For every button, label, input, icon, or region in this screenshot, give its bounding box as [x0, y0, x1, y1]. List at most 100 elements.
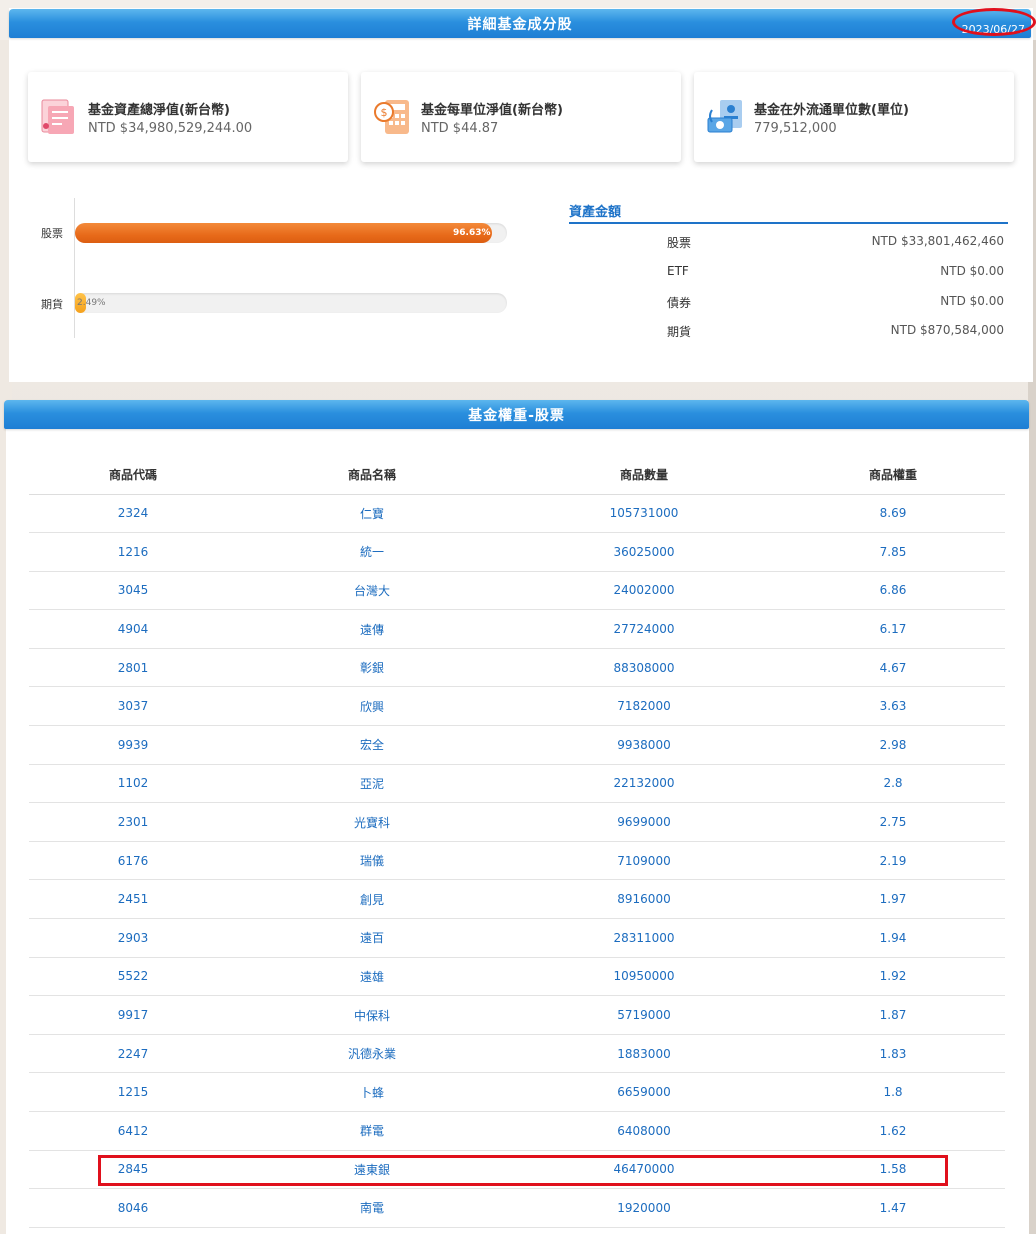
cell-quantity[interactable]: 10950000: [507, 957, 781, 997]
cell-name[interactable]: 南電: [237, 1188, 507, 1228]
cell-quantity[interactable]: 7109000: [507, 841, 781, 881]
cell-weight[interactable]: 4.67: [781, 648, 1005, 688]
cell-weight[interactable]: 6.86: [781, 571, 1005, 611]
table-row[interactable]: 4904 遠傳 27724000 6.17: [29, 609, 1005, 649]
cell-quantity[interactable]: 8916000: [507, 879, 781, 920]
cell-quantity[interactable]: 24002000: [507, 571, 781, 611]
cell-weight[interactable]: 3.63: [781, 686, 1005, 727]
cell-quantity[interactable]: 6408000: [507, 1111, 781, 1151]
cell-quantity[interactable]: 6659000: [507, 1072, 781, 1112]
cell-quantity[interactable]: 5719000: [507, 995, 781, 1035]
cell-weight[interactable]: 1.92: [781, 957, 1005, 997]
cell-code[interactable]: 9939: [29, 725, 237, 765]
cell-code[interactable]: 2903: [29, 918, 237, 958]
cell-code[interactable]: 1102: [29, 764, 237, 804]
cell-code[interactable]: 1215: [29, 1072, 237, 1112]
cell-quantity[interactable]: 9938000: [507, 725, 781, 765]
cell-code[interactable]: 5522: [29, 957, 237, 997]
cell-code[interactable]: 4904: [29, 609, 237, 649]
cell-name[interactable]: 群電: [237, 1111, 507, 1151]
cell-name[interactable]: 宏全: [237, 725, 507, 765]
bar-track-futures: 2.49%: [75, 293, 507, 313]
table-row[interactable]: 2903 遠百 28311000 1.94: [29, 918, 1005, 958]
cell-name[interactable]: 卜蜂: [237, 1072, 507, 1112]
bar-percent-futures: 2.49%: [77, 298, 106, 308]
table-row[interactable]: 2451 創見 8916000 1.97: [29, 879, 1005, 920]
cell-weight[interactable]: 2.8: [781, 764, 1005, 804]
table-row[interactable]: 1102 亞泥 22132000 2.8: [29, 764, 1005, 804]
cell-weight[interactable]: 7.85: [781, 532, 1005, 572]
table-row[interactable]: 3037 欣興 7182000 3.63: [29, 686, 1005, 727]
cell-name[interactable]: 遠雄: [237, 957, 507, 997]
cell-weight[interactable]: 1.87: [781, 995, 1005, 1035]
cell-name[interactable]: 亞泥: [237, 764, 507, 804]
cell-name[interactable]: 汎德永業: [237, 1034, 507, 1074]
cell-code[interactable]: 6412: [29, 1111, 237, 1151]
cell-code[interactable]: 2324: [29, 494, 237, 534]
table-row[interactable]: 1216 統一 36025000 7.85: [29, 532, 1005, 572]
cell-name[interactable]: 光寶科: [237, 802, 507, 842]
cell-weight[interactable]: 2.75: [781, 802, 1005, 842]
cell-code[interactable]: 1216: [29, 532, 237, 572]
cell-code[interactable]: 3045: [29, 571, 237, 611]
cell-name[interactable]: 中保科: [237, 995, 507, 1035]
asset-row: ETF NTD $0.00: [569, 264, 1008, 284]
table-row[interactable]: 3045 台灣大 24002000 6.86: [29, 571, 1005, 611]
cell-code[interactable]: 2451: [29, 879, 237, 920]
cell-quantity[interactable]: 88308000: [507, 648, 781, 688]
cell-name[interactable]: 彰銀: [237, 648, 507, 688]
cell-weight[interactable]: 6.17: [781, 609, 1005, 649]
cell-quantity[interactable]: 105731000: [507, 494, 781, 534]
cell-weight[interactable]: 1.47: [781, 1188, 1005, 1228]
table-row[interactable]: 5522 遠雄 10950000 1.92: [29, 957, 1005, 997]
cell-code[interactable]: 2801: [29, 648, 237, 688]
cell-quantity[interactable]: 9699000: [507, 802, 781, 842]
cell-weight[interactable]: 1.62: [781, 1111, 1005, 1151]
cell-weight[interactable]: 8.69: [781, 494, 1005, 534]
cell-name[interactable]: 遠傳: [237, 609, 507, 649]
table-row[interactable]: 6412 群電 6408000 1.62: [29, 1111, 1005, 1151]
cell-name[interactable]: 遠百: [237, 918, 507, 958]
table-row[interactable]: 1215 卜蜂 6659000 1.8: [29, 1072, 1005, 1112]
cell-name[interactable]: 台灣大: [237, 571, 507, 611]
cell-name[interactable]: 創見: [237, 879, 507, 920]
cell-weight[interactable]: 2.98: [781, 725, 1005, 765]
table-row[interactable]: 2324 仁寶 105731000 8.69: [29, 494, 1005, 534]
column-header-name: 商品名稱: [237, 455, 507, 495]
table-row[interactable]: 2801 彰銀 88308000 4.67: [29, 648, 1005, 688]
card-value: NTD $44.87: [421, 121, 499, 136]
table-row[interactable]: 9917 中保科 5719000 1.87: [29, 995, 1005, 1035]
table-row[interactable]: 2301 光寶科 9699000 2.75: [29, 802, 1005, 842]
cell-quantity[interactable]: 27724000: [507, 609, 781, 649]
cell-quantity[interactable]: 36025000: [507, 532, 781, 572]
cell-quantity[interactable]: 7182000: [507, 686, 781, 727]
table-row[interactable]: 6176 瑞儀 7109000 2.19: [29, 841, 1005, 881]
cell-weight[interactable]: 1.97: [781, 879, 1005, 920]
cell-code[interactable]: 9917: [29, 995, 237, 1035]
cell-name[interactable]: 欣興: [237, 686, 507, 727]
cell-code[interactable]: 3037: [29, 686, 237, 727]
card-title: 基金每單位淨值(新台幣): [421, 103, 563, 118]
cell-weight[interactable]: 2.19: [781, 841, 1005, 881]
cell-quantity[interactable]: 1920000: [507, 1188, 781, 1228]
cell-name[interactable]: 統一: [237, 532, 507, 572]
table-row[interactable]: 8046 南電 1920000 1.47: [29, 1188, 1005, 1228]
table-row[interactable]: 9939 宏全 9938000 2.98: [29, 725, 1005, 765]
cell-weight[interactable]: 1.83: [781, 1034, 1005, 1074]
cell-quantity[interactable]: 1883000: [507, 1034, 781, 1074]
document-chart-icon: [41, 99, 74, 134]
cell-code[interactable]: 2247: [29, 1034, 237, 1074]
cell-quantity[interactable]: 22132000: [507, 764, 781, 804]
column-header-code: 商品代碼: [29, 455, 237, 495]
cell-code[interactable]: 6176: [29, 841, 237, 881]
asset-name: 債券: [667, 296, 692, 310]
table-row[interactable]: 2247 汎德永業 1883000 1.83: [29, 1034, 1005, 1074]
cell-weight[interactable]: 1.94: [781, 918, 1005, 958]
cell-weight[interactable]: 1.8: [781, 1072, 1005, 1112]
cell-code[interactable]: 8046: [29, 1188, 237, 1228]
table-header-row: 商品代碼 商品名稱 商品數量 商品權重: [29, 455, 1005, 495]
cell-quantity[interactable]: 28311000: [507, 918, 781, 958]
cell-name[interactable]: 瑞儀: [237, 841, 507, 881]
cell-name[interactable]: 仁寶: [237, 494, 507, 534]
cell-code[interactable]: 2301: [29, 802, 237, 842]
